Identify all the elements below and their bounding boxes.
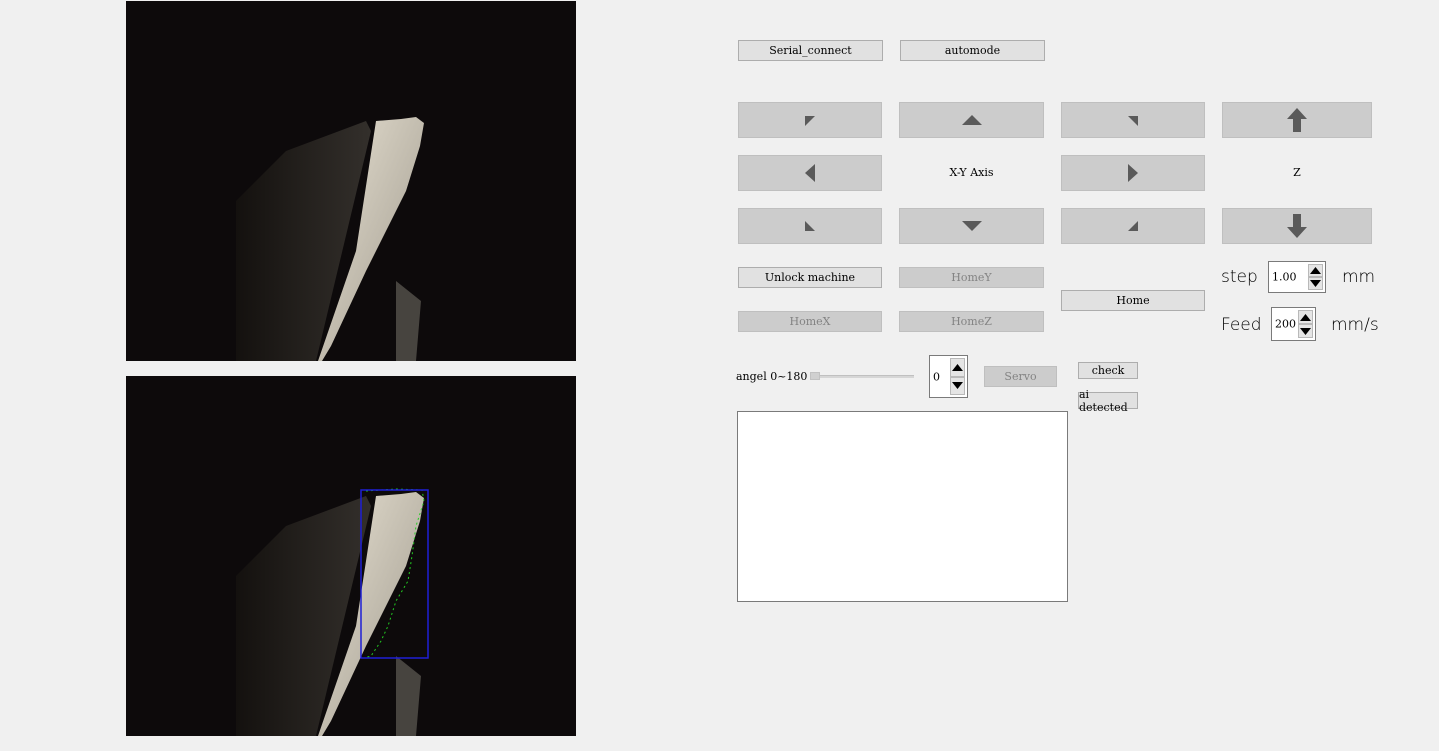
triangle-down-left-icon [805,221,815,231]
angle-decrement[interactable] [950,376,965,395]
check-button[interactable]: check [1078,362,1138,379]
triangle-up-icon [1310,267,1321,274]
z-axis-label: Z [1293,166,1301,179]
triangle-down-icon [1300,327,1311,335]
triangle-down-icon [961,221,982,231]
camera-view-raw [126,1,576,361]
step-label: step [1221,267,1258,287]
log-output-textarea[interactable] [737,411,1068,602]
arrow-up-icon [1287,108,1307,132]
angle-value: 0 [933,370,940,383]
feed-label: Feed [1221,315,1262,335]
angle-slider-thumb[interactable] [810,372,820,380]
angle-increment[interactable] [950,358,965,377]
automode-button[interactable]: automode [900,40,1045,61]
jog-up-button[interactable] [899,102,1044,138]
jog-down-right-button[interactable] [1061,208,1205,244]
triangle-up-left-icon [805,116,815,126]
xy-axis-label: X-Y Axis [949,166,994,179]
jog-up-left-button[interactable] [738,102,882,138]
ai-detected-button[interactable]: ai detected [1078,388,1138,414]
triangle-up-icon [952,363,963,371]
triangle-up-right-icon [1128,116,1138,126]
home-x-button[interactable]: HomeX [738,311,882,332]
camera-view-detected [126,376,576,736]
home-z-button[interactable]: HomeZ [899,311,1044,332]
triangle-up-icon [1300,313,1311,321]
unlock-machine-button[interactable]: Unlock machine [738,267,882,288]
angle-spinbox[interactable]: 0 [929,355,968,398]
feed-value: 200 [1275,317,1296,331]
feed-spinbox[interactable]: 200 [1271,307,1316,341]
servo-button[interactable]: Servo [984,366,1057,387]
z-down-button[interactable] [1222,208,1372,244]
jog-left-button[interactable] [738,155,882,191]
jog-up-right-button[interactable] [1061,102,1205,138]
step-value: 1.00 [1272,270,1297,284]
serial-connect-button[interactable]: Serial_connect [738,40,883,61]
angle-slider-track[interactable] [810,375,914,378]
step-decrement[interactable] [1308,277,1323,290]
angle-label: angel 0~180 [736,370,808,383]
step-spinbox[interactable]: 1.00 [1268,261,1326,293]
jog-down-left-button[interactable] [738,208,882,244]
home-button[interactable]: Home [1061,290,1205,311]
z-up-button[interactable] [1222,102,1372,138]
triangle-right-icon [1128,164,1138,182]
triangle-left-icon [805,164,815,182]
step-unit-label: mm [1342,267,1376,287]
triangle-down-icon [952,382,963,390]
feed-unit-label: mm/s [1331,315,1379,335]
triangle-down-right-icon [1128,221,1138,231]
triangle-up-icon [961,115,982,125]
feed-decrement[interactable] [1298,324,1313,338]
feed-increment[interactable] [1298,310,1313,324]
home-y-button[interactable]: HomeY [899,267,1044,288]
step-increment[interactable] [1308,264,1323,277]
jog-down-button[interactable] [899,208,1044,244]
arrow-down-icon [1287,214,1307,238]
triangle-down-icon [1310,280,1321,287]
jog-right-button[interactable] [1061,155,1205,191]
